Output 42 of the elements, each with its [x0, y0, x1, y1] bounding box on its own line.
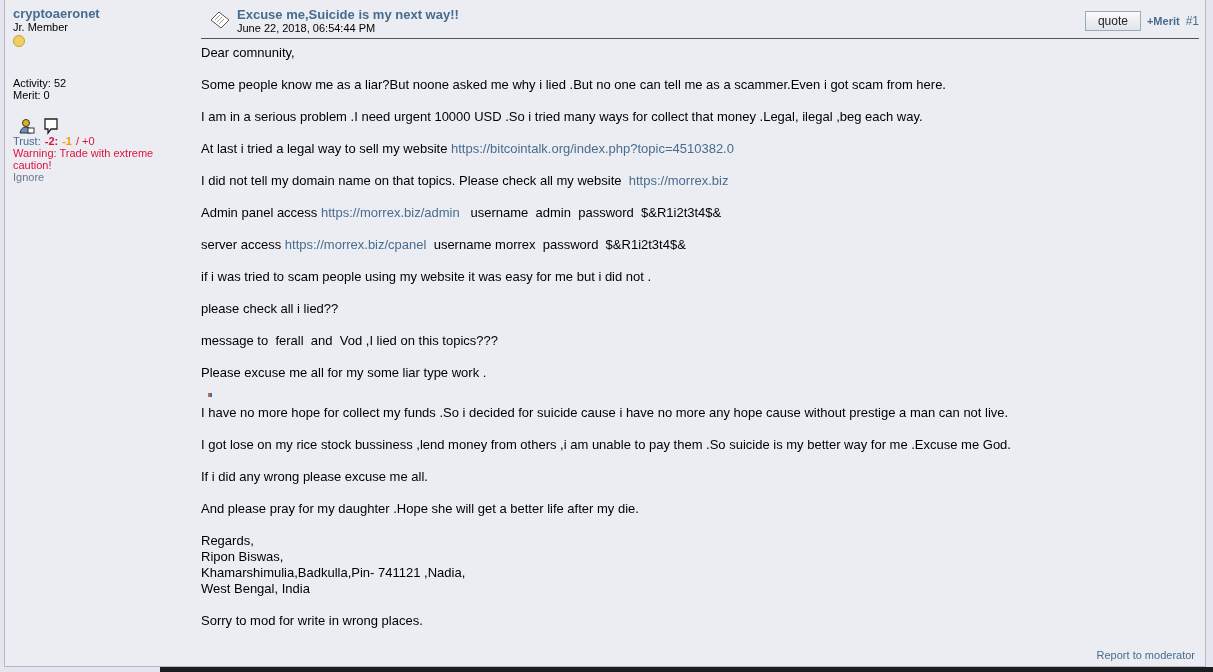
ignore-link[interactable]: Ignore: [13, 171, 45, 183]
coin-icon: [13, 35, 25, 47]
activity-text: Activity: 52: [13, 77, 67, 89]
report-to-moderator-link[interactable]: Report to moderator: [1096, 649, 1195, 661]
url-link[interactable]: https://morrex.biz/admin: [320, 205, 460, 220]
post-paragraph: If i did any wrong please excuse me all.: [201, 469, 429, 485]
warning-text: Warning: Trade with extreme caution!: [13, 147, 155, 171]
user-profile-icon[interactable]: [19, 118, 35, 134]
signature-line: Regards,: [201, 533, 255, 549]
url-link[interactable]: https://morrex.biz: [628, 173, 729, 188]
post-paragraph: Please excuse me all for my some liar type work .: [201, 365, 488, 381]
post-paragraph: if i was tried to scam people using my website it was easy for me but i did not .: [201, 269, 653, 285]
username-link[interactable]: cryptoaeronet: [13, 6, 100, 21]
document-icon: [209, 10, 231, 30]
merit-link[interactable]: +Merit: [1146, 15, 1180, 27]
post-paragraph: Dear comnunity,: [201, 45, 296, 61]
signature-line: Khamarshimulia,Badkulla,Pin- 741121 ,Nadia,: [201, 565, 467, 581]
url-link[interactable]: https://morrex.biz/cpanel: [284, 237, 427, 252]
member-rank: Jr. Member: [13, 21, 68, 33]
post-paragraph: I got lose on my rice stock bussiness ,lend money from others ,i am unable to pay them .So suicide is my better way for me .Excuse me God.: [201, 437, 1012, 453]
merit-text: Merit: 0: [13, 89, 50, 101]
post-title-link[interactable]: Excuse me,Suicide is my next way!!: [237, 7, 1085, 22]
post-paragraph: Some people know me as a liar?But noone asked me why i lied .But no one can tell me as a scammer.Even i got scam from here.: [201, 77, 947, 93]
post-date: June 22, 2018, 06:54:44 PM: [237, 22, 377, 34]
post-paragraph: And please pray for my daughter .Hope she will get a better life after my die.: [201, 501, 640, 517]
post-paragraph: I have no more hope for collect my funds .So i decided for suicide cause i have no more any hope cause without prestige a man can not live.: [201, 405, 1010, 421]
trust-score: Trust: -2: -1 / +0: [13, 135, 95, 147]
post-paragraph: At last i tried a legal way to sell my website https://bitcointalk.org/index.php?topic=4510382.0: [201, 141, 735, 157]
url-link[interactable]: https://bitcointalk.org/index.php?topic=4510382.0: [451, 141, 734, 156]
speech-bubble-icon[interactable]: [43, 118, 59, 135]
broken-image-icon: [208, 393, 212, 397]
post-paragraph: I did not tell my domain name on that topics. Please check all my website https://morrex.biz: [201, 173, 730, 189]
post-paragraph: server access https://morrex.biz/cpanel username morrex password $&R1i2t3t4$&: [201, 237, 687, 253]
post-paragraph: Admin panel access https://morrex.biz/admin username admin password $&R1i2t3t4$&: [201, 205, 723, 221]
signature-line: West Bengal, India: [201, 581, 311, 597]
post-paragraph: Sorry to mod for write in wrong places.: [201, 613, 424, 629]
post-paragraph: please check all i lied??: [201, 301, 340, 317]
post-paragraph: I am in a serious problem .I need urgent 10000 USD .So i tried many ways for collect that money .Legal, ilegal ,beg each way.: [201, 109, 924, 125]
post-number-link[interactable]: #1: [1185, 14, 1199, 28]
post-paragraph: message to ferall and Vod ,I lied on this topics???: [201, 333, 499, 349]
quote-button[interactable]: quote: [1084, 11, 1141, 31]
signature-line: Ripon Biswas,: [201, 549, 285, 565]
